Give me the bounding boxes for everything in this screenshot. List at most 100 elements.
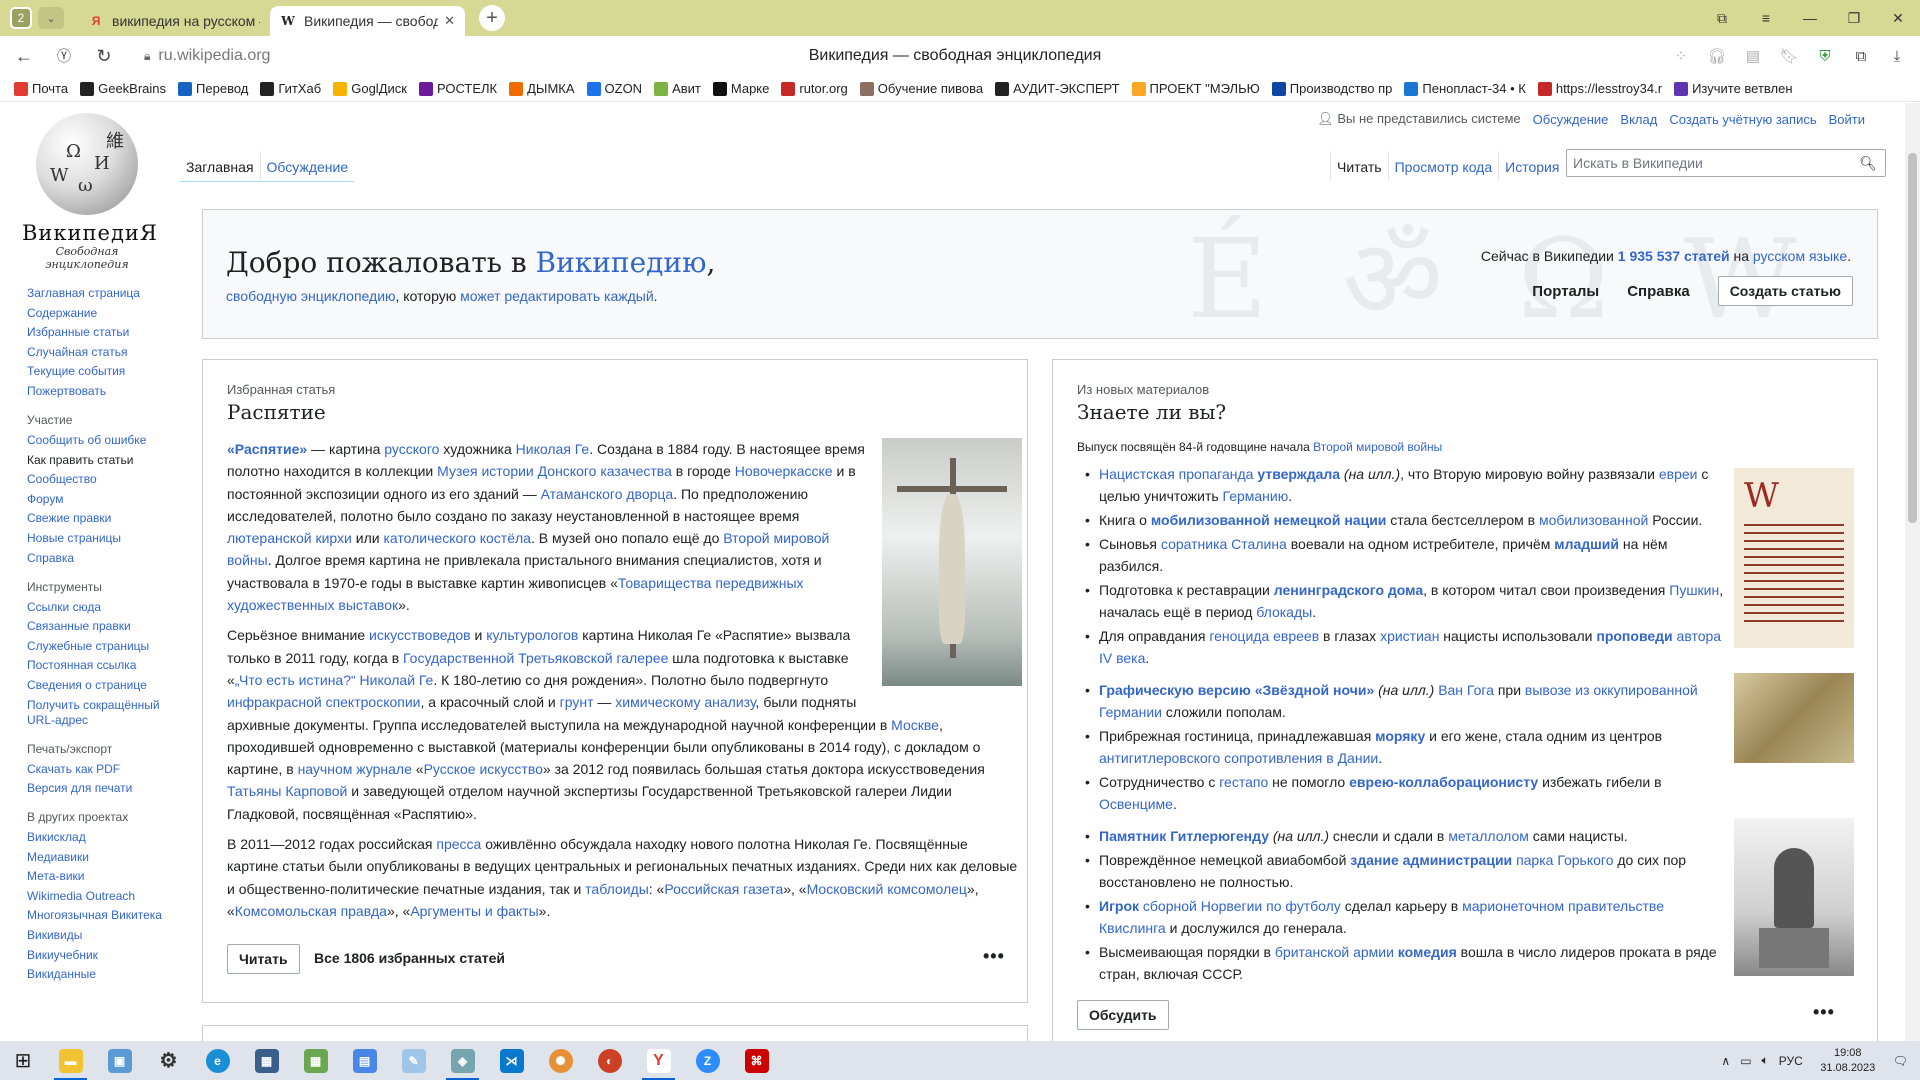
yandex-browser-icon[interactable]: Y [634, 1041, 683, 1080]
bold-link[interactable]: утверждала [1257, 466, 1340, 482]
inline-link[interactable]: русского [384, 441, 439, 457]
bold-link[interactable]: проповеди [1596, 628, 1672, 644]
app-icon[interactable]: ◐ [585, 1041, 634, 1080]
sidebar-link[interactable]: Свежие правки [27, 511, 162, 526]
inline-link[interactable]: Российская газета [664, 881, 783, 897]
bookmark-item[interactable]: АУДИТ-ЭКСПЕРТ [995, 81, 1120, 96]
bold-link[interactable]: мобилизованной немецкой нации [1151, 512, 1387, 528]
bold-link[interactable]: еврею-коллаборационисту [1349, 774, 1538, 790]
bookmark-icon[interactable]: 🔖︎ [1778, 47, 1800, 65]
ww2-link[interactable]: Второй мировой войны [1313, 440, 1442, 454]
inline-link[interactable]: антигитлеровского сопротивления в Дании [1099, 750, 1378, 766]
sidebar-link[interactable]: Сведения о странице [27, 678, 162, 693]
inline-link[interactable]: Москве [891, 717, 939, 733]
inline-link[interactable]: геноцида евреев [1209, 628, 1319, 644]
sidebar-link[interactable]: Мета-вики [27, 869, 162, 884]
sidebar-link[interactable]: Заглавная страница [27, 286, 162, 301]
yandex-home-icon[interactable]: Ⓨ [48, 46, 80, 66]
inline-link[interactable]: католического костёла [383, 530, 530, 546]
propaganda-poster-image[interactable]: W [1734, 468, 1854, 648]
tab-history[interactable]: История [1498, 151, 1565, 181]
inline-link[interactable]: Николая Ге [516, 441, 590, 457]
downloads-icon[interactable]: ⤓ [1886, 48, 1908, 65]
new-tab-button[interactable]: + [479, 5, 505, 31]
calculator-icon[interactable]: ▤ [340, 1041, 389, 1080]
browser-tab-search[interactable]: Я википедия на русском — [78, 6, 270, 36]
app-icon[interactable]: ▦ [242, 1041, 291, 1080]
bold-link[interactable]: младший [1554, 536, 1619, 552]
tab-counter[interactable]: 2 [10, 7, 32, 29]
anyone-can-edit-link[interactable]: может редактировать каждый [460, 288, 654, 304]
file-explorer-icon[interactable]: ▬ [46, 1041, 95, 1080]
bookmark-item[interactable]: ПРОЕКТ "МЭЛЬЮ [1131, 81, 1260, 96]
sidebar-link[interactable]: Пожертвовать [27, 384, 162, 399]
bold-link[interactable]: комедия [1398, 944, 1457, 960]
reload-icon[interactable]: ↻ [88, 46, 120, 67]
login-link[interactable]: Войти [1829, 112, 1865, 127]
bookmark-item[interactable]: Марке [712, 81, 769, 96]
tab-read[interactable]: Читать [1330, 151, 1388, 181]
bookmark-item[interactable]: GoglДиск [333, 81, 407, 96]
sidebar-link[interactable]: Викивиды [27, 928, 162, 943]
sidebar-link[interactable]: Викиучебник [27, 948, 162, 963]
discuss-button[interactable]: Обсудить [1077, 1000, 1169, 1030]
inline-link[interactable]: гестапо [1219, 774, 1268, 790]
sidebar-link[interactable]: Как править статьи [27, 453, 162, 468]
notifications-icon[interactable]: 🗨︎ [1893, 1054, 1908, 1068]
search-input[interactable]: Искать в Википедии 🔍︎ [1566, 149, 1886, 177]
tab-discussion[interactable]: Обсуждение [259, 151, 355, 182]
starry-night-drawing-image[interactable] [1734, 673, 1854, 763]
inline-link[interactable]: грунт [560, 694, 594, 710]
all-featured-link[interactable]: Все 1806 избранных статей [314, 950, 505, 966]
welcome-wikipedia-link[interactable]: Википедию [536, 246, 707, 279]
inline-link[interactable]: Ван Гога [1438, 682, 1494, 698]
crucifixion-painting-image[interactable] [882, 438, 1022, 686]
settings-gear-icon[interactable]: ⚙ [144, 1041, 193, 1080]
pdf-reader-icon[interactable]: ⌘ [732, 1041, 781, 1080]
sidebar-link[interactable]: Служебные страницы [27, 639, 162, 654]
inline-link[interactable]: парка Горького [1516, 852, 1613, 868]
sidebar-link[interactable]: Версия для печати [27, 781, 162, 796]
user-contrib-link[interactable]: Вклад [1620, 112, 1657, 127]
inline-link[interactable]: Татьяны Карповой [227, 783, 347, 799]
edge-browser-icon[interactable]: e [193, 1041, 242, 1080]
bookmark-item[interactable]: Почта [14, 81, 68, 96]
spreadsheet-icon[interactable]: ▦ [291, 1041, 340, 1080]
volume-icon[interactable]: 🔈︎ [1762, 1053, 1769, 1068]
inline-link[interactable]: британской армии [1275, 944, 1394, 960]
vscode-icon[interactable]: ⋊ [487, 1041, 536, 1080]
bookmark-item[interactable]: OZON [586, 81, 642, 96]
inline-link[interactable]: мобилизованной [1539, 512, 1648, 528]
sidebar-link[interactable]: Сообщить об ошибке [27, 433, 162, 448]
collections-icon[interactable]: ⧉ [1850, 48, 1872, 65]
search-icon[interactable]: 🔍︎ [1859, 155, 1877, 172]
inline-link[interactable]: научном журнале [298, 761, 412, 777]
sidebar-link[interactable]: Текущие события [27, 364, 162, 379]
inline-link[interactable]: металлолом [1448, 828, 1529, 844]
bookmark-item[interactable]: Авит [654, 81, 701, 96]
tab-list-dropdown-icon[interactable]: ⌄ [38, 7, 64, 29]
inline-link[interactable]: Аргументы и факты [410, 903, 538, 919]
read-featured-button[interactable]: Читать [227, 944, 300, 974]
inline-link[interactable]: пресса [436, 836, 481, 852]
shield-icon[interactable]: ⛨ [1814, 48, 1836, 65]
inline-link[interactable]: Освенциме [1099, 796, 1173, 812]
headphones-icon[interactable]: 🎧︎ [1706, 47, 1728, 65]
inline-link[interactable]: инфракрасной спектроскопии [227, 694, 421, 710]
inline-link[interactable]: Комсомольская правда [235, 903, 387, 919]
reader-icon[interactable]: ▤ [1742, 47, 1764, 65]
inline-link[interactable]: искусствоведов [369, 627, 471, 643]
inline-link[interactable]: химическому анализу [615, 694, 755, 710]
app-icon[interactable]: ◈ [438, 1041, 487, 1080]
bookmark-item[interactable]: Изучите ветвлен [1674, 81, 1793, 96]
bookmark-item[interactable]: Производство пр [1271, 81, 1392, 96]
extension-icon[interactable]: ⁘ [1670, 47, 1692, 65]
bold-link[interactable]: Игрок [1099, 898, 1139, 914]
sidebar-link[interactable]: Справка [27, 551, 162, 566]
more-options-icon[interactable]: ••• [1813, 1002, 1835, 1023]
inline-link[interactable]: блокады [1256, 604, 1312, 620]
sidebar-link[interactable]: Содержание [27, 306, 162, 321]
create-article-button[interactable]: Создать статью [1717, 276, 1853, 306]
windows-start-icon[interactable]: ⊞ [0, 1048, 46, 1073]
inline-link[interactable]: Государственной Третьяковской галерее [403, 650, 668, 666]
